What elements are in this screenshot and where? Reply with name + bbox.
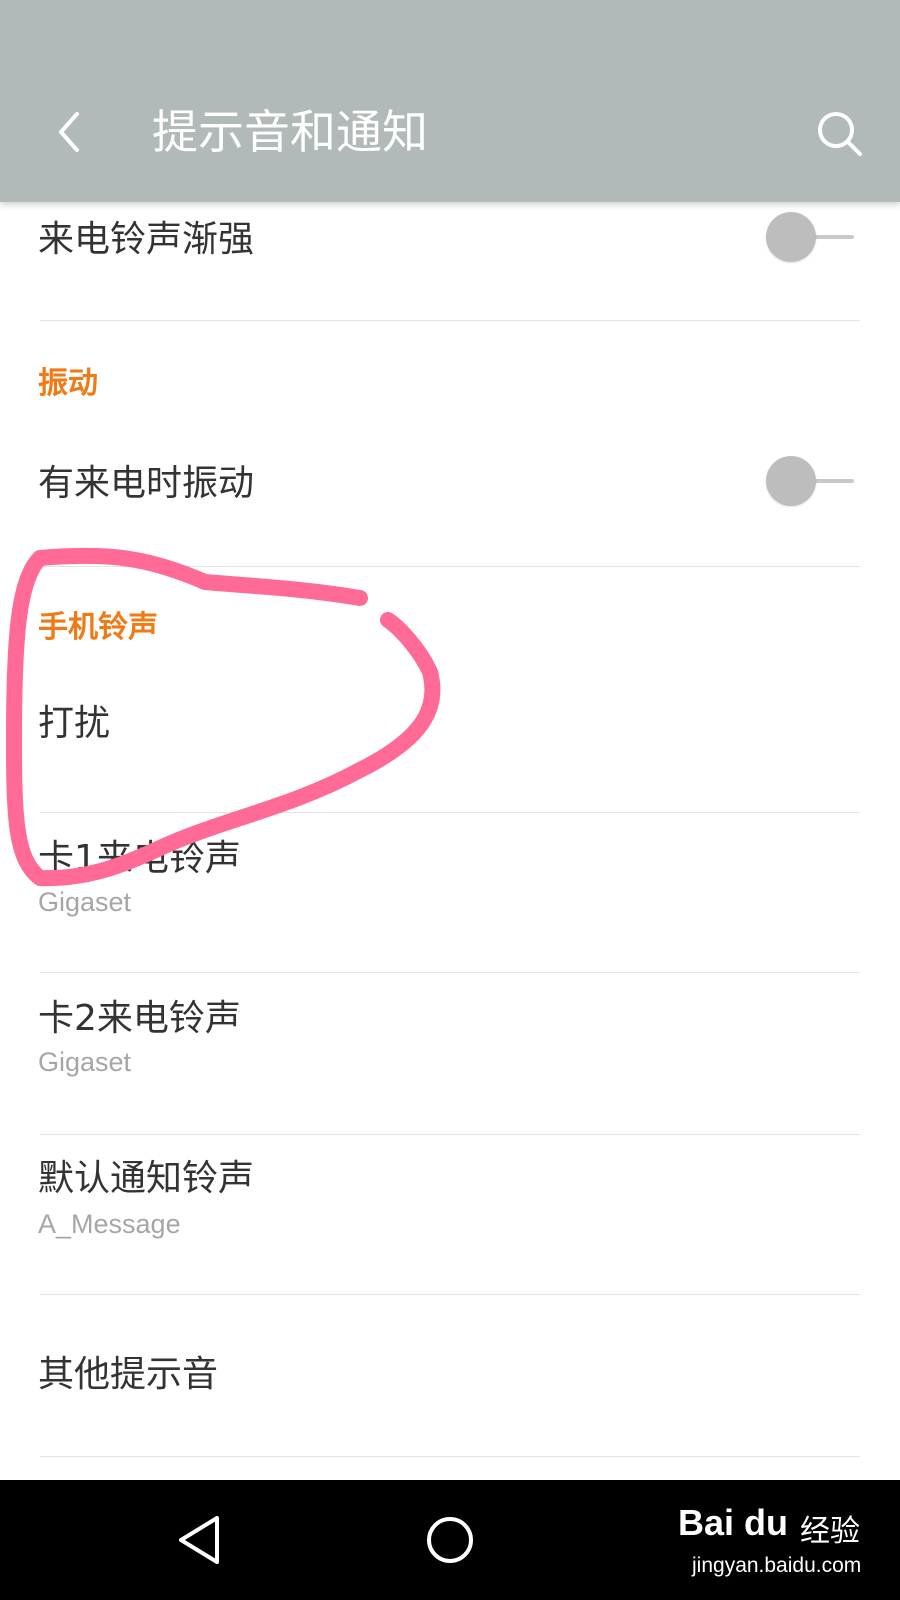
back-chevron-icon [59, 112, 79, 152]
default-notification-label: 默认通知铃声 [38, 1158, 255, 1199]
ringtone-fade-in-toggle[interactable] [766, 209, 856, 265]
sim1-ringtone-row[interactable]: 卡1来电铃声 Gigaset [0, 813, 900, 969]
toggle-knob [766, 212, 816, 262]
vibrate-on-call-toggle[interactable] [766, 453, 856, 509]
nav-back-triangle-icon [179, 1516, 219, 1564]
sim1-ringtone-value: Gigaset [38, 887, 132, 917]
search-icon [818, 112, 862, 156]
sim2-ringtone-row[interactable]: 卡2来电铃声 Gigaset [0, 973, 900, 1131]
sim1-ringtone-label: 卡1来电铃声 [38, 838, 241, 879]
section-header-ringtone: 手机铃声 [38, 610, 158, 645]
divider [40, 566, 860, 567]
default-notification-value: A_Message [38, 1209, 181, 1239]
baidu-jingyan-watermark: Bai du 经验 jingyan.baidu.com [678, 1502, 888, 1588]
sim2-ringtone-value: Gigaset [38, 1047, 132, 1077]
vibrate-on-call-label: 有来电时振动 [38, 463, 255, 504]
jingyan-text: 经验 [800, 1514, 860, 1549]
vibrate-on-call-row[interactable]: 有来电时振动 [0, 432, 900, 564]
watermark-url: jingyan.baidu.com [692, 1554, 862, 1577]
ringtone-fade-in-label: 来电铃声渐强 [38, 219, 255, 260]
section-header-vibration: 振动 [38, 366, 98, 401]
toggle-knob [766, 456, 816, 506]
divider [40, 1456, 860, 1457]
page-title: 提示音和通知 [152, 105, 428, 159]
search-button[interactable] [808, 104, 872, 164]
nav-back-button[interactable] [160, 1504, 240, 1576]
other-sounds-label: 其他提示音 [38, 1354, 219, 1395]
nav-home-button[interactable] [410, 1504, 490, 1576]
baidu-logo: Bai du [678, 1502, 789, 1543]
do-not-disturb-row[interactable]: 打扰 [0, 652, 900, 802]
nav-home-circle-icon [427, 1517, 473, 1563]
app-bar: 提示音和通知 [0, 0, 900, 202]
divider [40, 320, 860, 321]
back-button[interactable] [40, 100, 100, 164]
other-sounds-row[interactable]: 其他提示音 [0, 1295, 900, 1453]
settings-list: 来电铃声渐强 振动 有来电时振动 手机铃声 打扰 卡1来电铃声 Gigaset … [0, 202, 900, 1480]
default-notification-row[interactable]: 默认通知铃声 A_Message [0, 1135, 900, 1293]
do-not-disturb-label: 打扰 [38, 703, 111, 744]
ringtone-fade-in-row[interactable]: 来电铃声渐强 [0, 202, 900, 320]
sim2-ringtone-label: 卡2来电铃声 [38, 998, 241, 1039]
